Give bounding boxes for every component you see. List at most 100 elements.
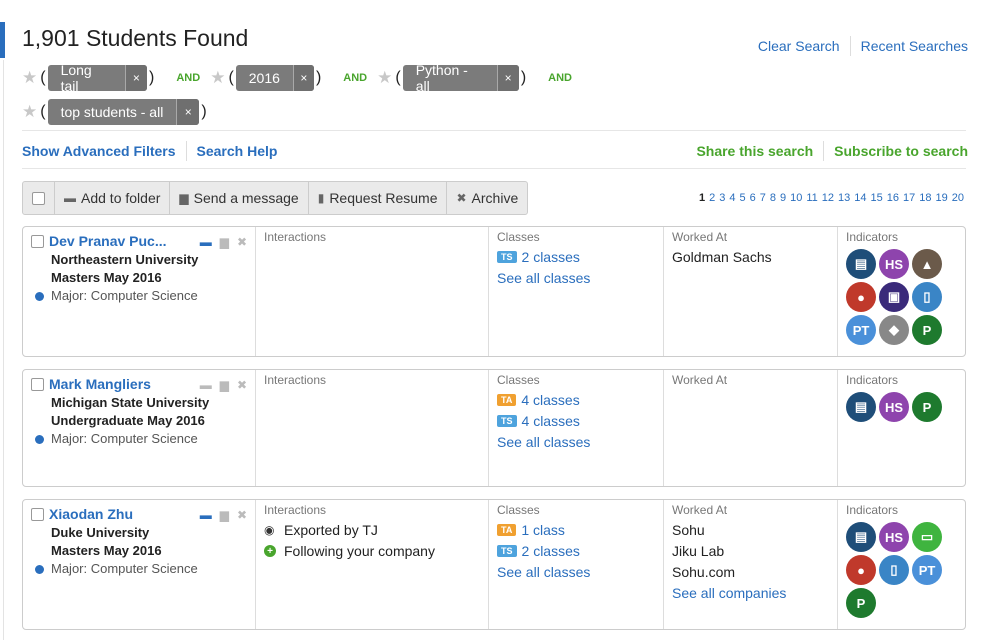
add-to-folder-button[interactable]: ▬ Add to folder <box>55 182 171 214</box>
clear-search-link[interactable]: Clear Search <box>758 38 840 54</box>
worked-at-column: Worked At Sohu Jiku Lab Sohu.com See all… <box>664 500 838 629</box>
comment-icon[interactable]: ▆ <box>220 235 229 249</box>
divider <box>22 130 966 131</box>
share-search-link[interactable]: Share this search <box>696 143 813 159</box>
class-count-link[interactable]: TS 4 classes <box>497 413 655 429</box>
show-advanced-filters-link[interactable]: Show Advanced Filters <box>22 143 176 159</box>
page-link[interactable]: 16 <box>887 192 899 204</box>
see-all-classes-link[interactable]: See all classes <box>497 434 655 450</box>
case-indicator: ▯ <box>879 555 909 585</box>
pagination: 1 2 3 4 5 6 7 8 9 10 11 12 13 14 15 16 17 18 19 20 <box>695 192 964 204</box>
page-link[interactable]: 6 <box>750 192 756 204</box>
see-all-companies-link[interactable]: See all companies <box>672 585 829 601</box>
student-checkbox[interactable] <box>31 507 44 521</box>
subscribe-search-link[interactable]: Subscribe to search <box>834 143 968 159</box>
filter-chip-label: top students - all <box>60 103 164 120</box>
filter-chip-label: 2016 <box>248 69 280 86</box>
filter-chip[interactable]: top students - all × <box>47 98 200 125</box>
student-checkbox[interactable] <box>31 377 44 391</box>
page-link[interactable]: 12 <box>822 192 834 204</box>
folder-icon[interactable]: ▬ <box>200 508 212 522</box>
star-icon[interactable]: ★ <box>210 69 225 86</box>
student-name-link[interactable]: Xiaodan Zhu <box>49 506 133 522</box>
class-count-link[interactable]: TS 2 classes <box>497 543 655 559</box>
star-icon[interactable]: ★ <box>377 69 392 86</box>
class-count-link[interactable]: TA 1 class <box>497 522 655 538</box>
page-link[interactable]: 20 <box>952 192 964 204</box>
comment-icon: ▆ <box>179 191 189 205</box>
active-indicator-bar <box>0 22 5 58</box>
phone-indicator: ▭ <box>912 522 942 552</box>
close-icon[interactable]: ✖ <box>237 235 247 249</box>
comment-icon[interactable]: ▆ <box>220 508 229 522</box>
search-help-link[interactable]: Search Help <box>197 143 278 159</box>
worked-at-heading: Worked At <box>672 373 728 387</box>
university: Michigan State University <box>51 395 210 410</box>
page-link[interactable]: 5 <box>739 192 745 204</box>
page-link[interactable]: 10 <box>790 192 802 204</box>
archive-button[interactable]: ✖ Archive <box>447 182 527 214</box>
page-link[interactable]: 14 <box>854 192 866 204</box>
filter-chip[interactable]: 2016 × <box>235 64 314 91</box>
page-link[interactable]: 13 <box>838 192 850 204</box>
student-name-link[interactable]: Mark Mangliers <box>49 376 151 392</box>
page-link[interactable]: 18 <box>919 192 931 204</box>
interaction-item: + Following your company <box>264 543 480 559</box>
filter-chip[interactable]: Long tail × <box>47 64 148 91</box>
select-all-checkbox-cell[interactable] <box>23 182 55 214</box>
filter-row-1: ★( Long tail × ) AND ★( 2016 × ) AND ★( Py… <box>22 64 582 91</box>
folder-icon[interactable]: ▬ <box>200 378 212 392</box>
indicators-heading: Indicators <box>846 503 899 517</box>
page-link[interactable]: 4 <box>729 192 735 204</box>
select-all-checkbox[interactable] <box>32 191 45 205</box>
remove-chip-icon[interactable]: × <box>176 98 200 125</box>
close-icon[interactable]: ✖ <box>237 378 247 392</box>
student-checkbox[interactable] <box>31 234 44 248</box>
page-link[interactable]: 9 <box>780 192 786 204</box>
folder-icon[interactable]: ▬ <box>200 235 212 249</box>
star-icon[interactable]: ★ <box>22 103 37 120</box>
page-link[interactable]: 17 <box>903 192 915 204</box>
send-message-button[interactable]: ▆ Send a message <box>170 182 309 214</box>
award-indicator: ◆ <box>879 315 909 345</box>
class-count-link[interactable]: TA 4 classes <box>497 392 655 408</box>
student-name-link[interactable]: Dev Pranav Puc... <box>49 233 167 249</box>
p-indicator: P <box>912 392 942 422</box>
mentor-indicator: ● <box>846 282 876 312</box>
remove-chip-icon[interactable]: × <box>124 64 148 91</box>
transcript-indicator: ▤ <box>846 522 876 552</box>
bulk-actions-toolbar: ▬ Add to folder ▆ Send a message ▮ Request … <box>22 181 529 215</box>
page-link[interactable]: 15 <box>871 192 883 204</box>
indicator-list: ▤ HS ▲ ● ▣ ▯ PT ◆ P <box>846 249 948 345</box>
indicators-column: Indicators ▤ HS ▲ ● ▣ ▯ PT ◆ P <box>838 227 965 356</box>
plus-circle-icon: + <box>264 545 276 557</box>
see-all-classes-link[interactable]: See all classes <box>497 564 655 580</box>
remove-chip-icon[interactable]: × <box>292 64 314 91</box>
comment-icon[interactable]: ▆ <box>220 378 229 392</box>
degree: Masters May 2016 <box>51 270 162 285</box>
page-link[interactable]: 2 <box>709 192 715 204</box>
page-link[interactable]: 8 <box>770 192 776 204</box>
major: Major: Computer Science <box>51 561 198 576</box>
page-link[interactable]: 19 <box>936 192 948 204</box>
transcript-indicator: ▤ <box>846 249 876 279</box>
filter-chip[interactable]: Python - all × <box>402 64 519 91</box>
divider <box>22 168 966 169</box>
page-link[interactable]: 7 <box>760 192 766 204</box>
see-all-classes-link[interactable]: See all classes <box>497 270 655 286</box>
left-divider <box>3 60 4 640</box>
request-resume-button[interactable]: ▮ Request Resume <box>309 182 448 214</box>
status-dot <box>35 292 44 301</box>
recent-searches-link[interactable]: Recent Searches <box>861 38 968 54</box>
filter-chips: ★( Long tail × ) AND ★( 2016 × ) AND ★( Py… <box>22 64 582 132</box>
divider <box>185 141 187 161</box>
star-icon[interactable]: ★ <box>22 69 37 86</box>
pt-indicator: PT <box>912 555 942 585</box>
class-count-link[interactable]: TS 2 classes <box>497 249 655 265</box>
page-link[interactable]: 3 <box>719 192 725 204</box>
page-link[interactable]: 11 <box>806 192 817 204</box>
close-icon[interactable]: ✖ <box>237 508 247 522</box>
interaction-item: ◉ Exported by TJ <box>264 522 378 538</box>
p-indicator: P <box>846 588 876 618</box>
remove-chip-icon[interactable]: × <box>496 64 519 91</box>
